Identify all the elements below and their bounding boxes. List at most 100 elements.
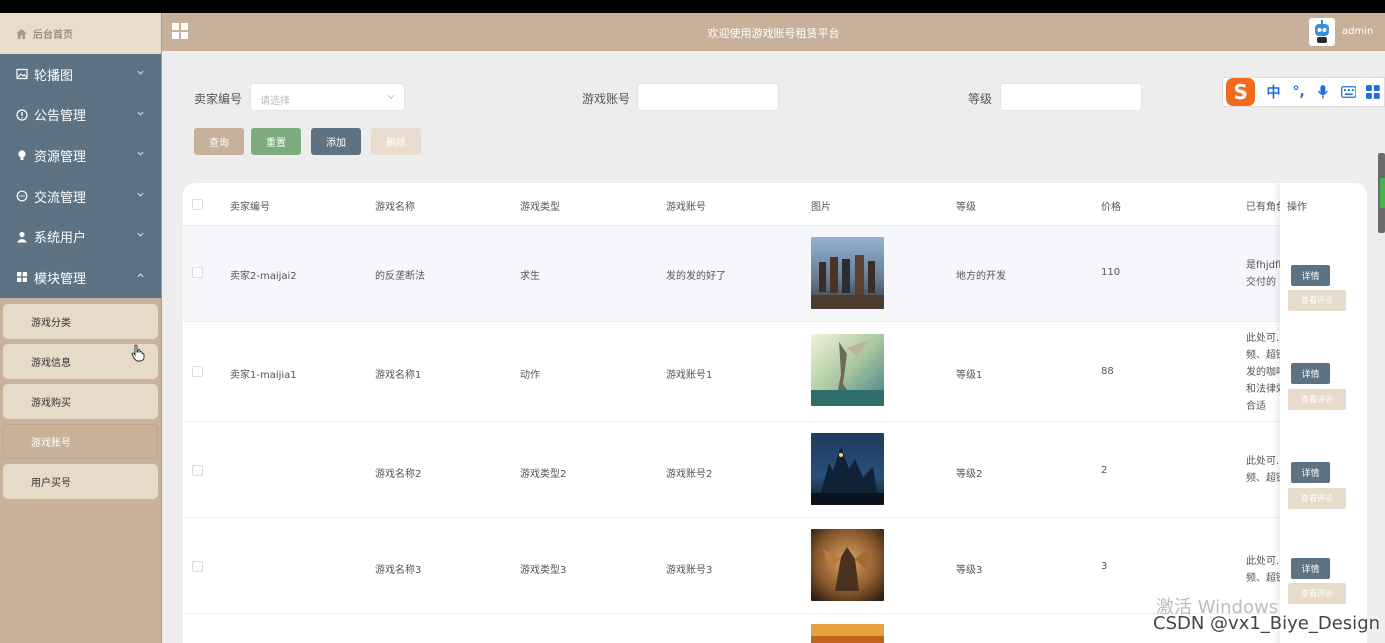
- roles-line: 频、超链: [1246, 473, 1284, 484]
- user-name[interactable]: admin: [1342, 26, 1373, 37]
- cell-roles: 此处可... 频、超链: [1246, 553, 1284, 587]
- roles-line: 合适: [1246, 401, 1266, 412]
- cell-account: 游戏账号2: [666, 469, 713, 480]
- apps-grid-icon[interactable]: [1366, 85, 1380, 99]
- game-image[interactable]: [811, 433, 884, 505]
- cell-level: 等级2: [956, 469, 983, 480]
- roles-line: 发的咖啡: [1246, 367, 1284, 378]
- chevron-down-icon: [137, 151, 144, 156]
- submenu-user-buy[interactable]: 用户买号: [3, 463, 158, 499]
- menu-item-exchange[interactable]: 交流管理: [0, 176, 161, 217]
- cell-price: 2: [1101, 465, 1108, 476]
- menu-label: 轮播图: [34, 68, 74, 84]
- submenu-game-purchase[interactable]: 游戏购买: [3, 383, 158, 419]
- row-checkbox[interactable]: [192, 561, 203, 572]
- cell-seller: 卖家2-maijai2: [230, 271, 297, 282]
- page-scrollbar[interactable]: [1378, 153, 1385, 233]
- game-image[interactable]: [811, 237, 884, 309]
- chevron-down-icon: [137, 111, 144, 116]
- chevron-down-icon: [137, 233, 144, 237]
- cell-level: 等级3: [956, 565, 983, 576]
- col-image: 图片: [811, 202, 831, 213]
- cell-roles: 此处可... 频、超链: [1246, 453, 1284, 487]
- bulb-icon: [16, 149, 28, 161]
- ime-lang-toggle[interactable]: 中: [1266, 82, 1280, 102]
- detail-button[interactable]: 详情: [1291, 558, 1330, 579]
- cell-account: 游戏账号1: [666, 370, 713, 381]
- accounts-table: 卖家编号 游戏名称 游戏类型 游戏账号 图片 等级 价格 已有角色 卖家2-ma…: [183, 183, 1367, 643]
- cell-account: 发的发的好了: [666, 271, 726, 282]
- game-image[interactable]: [811, 624, 884, 643]
- robot-avatar-icon: [1315, 20, 1329, 43]
- query-button[interactable]: 查询: [194, 128, 244, 155]
- submenu-game-account[interactable]: 游戏账号: [3, 423, 158, 459]
- level-label: 等级: [968, 92, 993, 106]
- delete-button[interactable]: 删除: [371, 128, 421, 155]
- select-all-checkbox[interactable]: [192, 199, 203, 210]
- menu-item-carousel[interactable]: 轮播图: [0, 54, 161, 95]
- cell-type: 游戏类型3: [520, 565, 567, 576]
- detail-button[interactable]: 详情: [1291, 265, 1330, 286]
- view-comments-button[interactable]: 查看评论: [1288, 290, 1346, 311]
- cell-price: 88: [1101, 366, 1114, 377]
- avatar[interactable]: [1309, 18, 1335, 46]
- view-comments-button[interactable]: 查看评论: [1288, 583, 1346, 604]
- operation-column: 操作 详情 查看评论 详情 查看评论 详情 查看评论 详情 查看评论: [1280, 183, 1367, 643]
- roles-line: 是fhjdfk: [1246, 260, 1284, 271]
- submenu-game-category[interactable]: 游戏分类: [3, 303, 158, 339]
- col-type: 游戏类型: [520, 202, 560, 213]
- detail-button[interactable]: 详情: [1291, 363, 1330, 384]
- game-image[interactable]: [811, 529, 884, 601]
- roles-line: 此处可...: [1246, 333, 1284, 344]
- row-checkbox[interactable]: [192, 366, 203, 377]
- menu-item-system-user[interactable]: 系统用户: [0, 216, 161, 257]
- table-row[interactable]: 游戏名称2 游戏类型2 游戏账号2 等级2 2 此处可... 频、超链: [183, 422, 1367, 518]
- menu-item-module[interactable]: 模块管理: [0, 257, 161, 298]
- game-image[interactable]: [811, 334, 884, 406]
- col-seller: 卖家编号: [230, 202, 270, 213]
- keyboard-icon[interactable]: [1340, 86, 1357, 98]
- cell-name: 游戏名称2: [375, 469, 422, 480]
- chevron-down-icon: [387, 94, 395, 100]
- reset-button[interactable]: 重置: [251, 128, 301, 155]
- menu-label: 资源管理: [34, 149, 87, 165]
- ime-punct-toggle[interactable]: °,: [1292, 84, 1304, 100]
- add-button[interactable]: 添加: [311, 128, 361, 155]
- level-input[interactable]: [1000, 83, 1142, 111]
- app-stage: 后台首页 轮播图 公告管理 资源管理 交流管理 系统用户 模块管理 游戏分类 游…: [0, 13, 1385, 643]
- user-icon: [16, 231, 28, 243]
- table-row[interactable]: 卖家1-maijia1 游戏名称1 动作 游戏账号1 等级1 88 此处可...…: [183, 322, 1367, 422]
- cell-name: 游戏名称1: [375, 370, 422, 381]
- menu-label: 交流管理: [34, 190, 87, 206]
- grid-icon: [16, 271, 28, 283]
- cell-type: 求生: [520, 271, 540, 282]
- game-account-label: 游戏账号: [582, 92, 631, 106]
- cell-type: 游戏类型2: [520, 469, 567, 480]
- col-operation: 操作: [1287, 202, 1307, 213]
- row-checkbox[interactable]: [192, 267, 203, 278]
- menu-label: 公告管理: [34, 109, 87, 125]
- game-account-input[interactable]: [637, 83, 779, 111]
- sidebar: 后台首页 轮播图 公告管理 资源管理 交流管理 系统用户 模块管理 游戏分类 游…: [0, 13, 162, 643]
- row-checkbox[interactable]: [192, 465, 203, 476]
- cell-level: 等级1: [956, 370, 983, 381]
- sidebar-home[interactable]: 后台首页: [0, 13, 161, 54]
- view-comments-button[interactable]: 查看评论: [1288, 488, 1346, 509]
- hand-cursor-icon: [131, 344, 145, 362]
- top-header: 欢迎使用游戏账号租赁平台 admin: [162, 13, 1385, 51]
- sogou-logo-icon: S: [1226, 78, 1256, 106]
- cell-seller: 卖家1-maijia1: [230, 370, 297, 381]
- detail-button[interactable]: 详情: [1291, 462, 1330, 483]
- menu-item-resource[interactable]: 资源管理: [0, 135, 161, 176]
- menu-item-notice[interactable]: 公告管理: [0, 95, 161, 136]
- view-comments-button[interactable]: 查看评论: [1288, 389, 1346, 410]
- microphone-icon[interactable]: [1317, 84, 1329, 100]
- cell-roles: 此处可... 频、超链 发的咖啡 和法律效 合适: [1246, 330, 1284, 415]
- col-level: 等级: [956, 202, 976, 213]
- seller-id-label: 卖家编号: [194, 92, 243, 106]
- seller-id-select[interactable]: 请选择: [250, 83, 405, 111]
- screen-top-bar: [0, 0, 1385, 13]
- table-row[interactable]: 卖家2-maijai2 的反垄断法 求生 发的发的好了 地方的开发 110 是f…: [183, 226, 1367, 322]
- col-account: 游戏账号: [666, 202, 706, 213]
- cell-name: 游戏名称3: [375, 565, 422, 576]
